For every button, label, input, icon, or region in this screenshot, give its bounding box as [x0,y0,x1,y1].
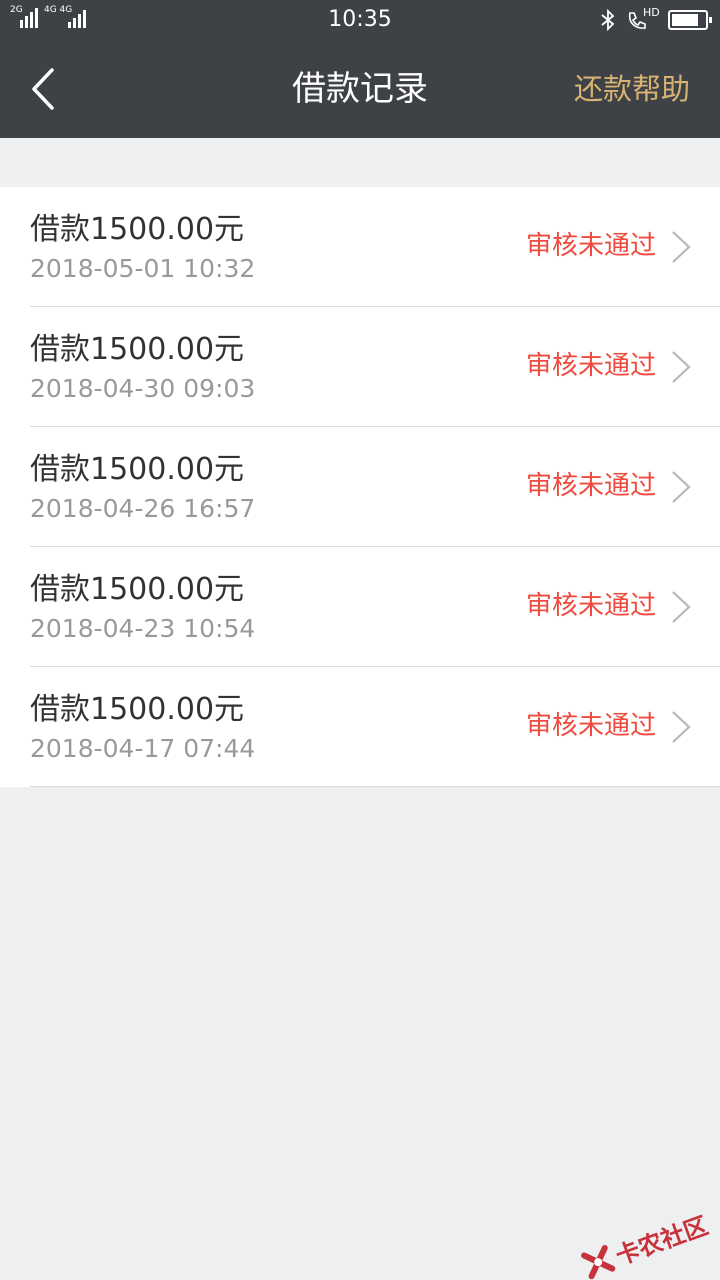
loan-date: 2018-04-23 10:54 [30,614,256,643]
chevron-right-icon [672,471,691,503]
loan-amount: 借款1500.00元 [30,212,245,247]
loan-amount: 借款1500.00元 [30,572,245,607]
loan-date: 2018-04-17 07:44 [30,734,256,763]
loan-amount: 借款1500.00元 [30,332,245,367]
chevron-right-icon [672,711,691,743]
loan-date: 2018-05-01 10:32 [30,254,256,283]
repayment-help-link[interactable]: 还款帮助 [574,70,690,108]
loan-date: 2018-04-30 09:03 [30,374,256,403]
loan-record-row[interactable]: 借款1500.00元 2018-04-17 07:44 审核未通过 [0,667,720,787]
navigation-bar: 借款记录 还款帮助 [0,40,720,138]
review-status: 审核未通过 [525,591,656,621]
system-icons: HD [600,6,712,32]
hd-call-icon: HD [626,6,660,32]
status-bar: 2G 4G 4G 10:35 HD [0,0,720,40]
loan-date: 2018-04-26 16:57 [30,494,256,523]
loan-record-row[interactable]: 借款1500.00元 2018-04-23 10:54 审核未通过 [0,547,720,667]
bluetooth-icon [601,9,615,31]
battery-icon [668,10,712,30]
watermark-text: 卡农社区 [611,1211,712,1271]
hd-label: HD [643,6,660,19]
loan-record-row[interactable]: 借款1500.00元 2018-04-26 16:57 审核未通过 [0,427,720,547]
loan-amount: 借款1500.00元 [30,452,245,487]
loan-record-row[interactable]: 借款1500.00元 2018-04-30 09:03 审核未通过 [0,307,720,427]
loan-amount: 借款1500.00元 [30,692,245,727]
loan-record-list: 借款1500.00元 2018-05-01 10:32 审核未通过 借款1500… [0,187,720,787]
watermark-logo-icon [580,1244,616,1279]
loan-record-row[interactable]: 借款1500.00元 2018-05-01 10:32 审核未通过 [0,187,720,307]
review-status: 审核未通过 [525,711,656,741]
watermark: 卡农社区 [578,1206,712,1280]
review-status: 审核未通过 [525,351,656,381]
chevron-right-icon [672,591,691,623]
review-status: 审核未通过 [525,231,656,261]
chevron-right-icon [672,231,691,263]
review-status: 审核未通过 [525,471,656,501]
chevron-right-icon [672,351,691,383]
